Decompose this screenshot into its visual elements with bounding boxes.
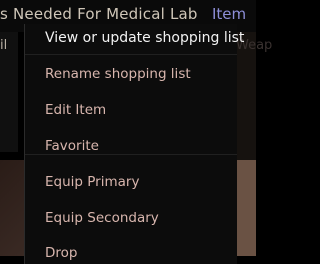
menu-item-equip-primary[interactable]: Equip Primary bbox=[45, 174, 139, 190]
shopping-list-title: s Needed For Medical Lab bbox=[0, 5, 198, 23]
menu-divider bbox=[25, 54, 237, 55]
context-menu: View or update shopping list Rename shop… bbox=[24, 24, 244, 264]
item-tab[interactable]: Item bbox=[212, 5, 246, 23]
scene-light bbox=[236, 160, 256, 256]
menu-item-drop[interactable]: Drop bbox=[45, 245, 77, 261]
left-column-label: il bbox=[0, 38, 8, 53]
menu-item-equip-secondary[interactable]: Equip Secondary bbox=[45, 210, 159, 226]
menu-divider bbox=[25, 154, 237, 155]
menu-item-edit-item[interactable]: Edit Item bbox=[45, 102, 106, 118]
menu-item-view-update-shopping-list[interactable]: View or update shopping list bbox=[45, 30, 244, 46]
menu-item-favorite[interactable]: Favorite bbox=[45, 138, 99, 154]
menu-item-rename-shopping-list[interactable]: Rename shopping list bbox=[45, 66, 191, 82]
